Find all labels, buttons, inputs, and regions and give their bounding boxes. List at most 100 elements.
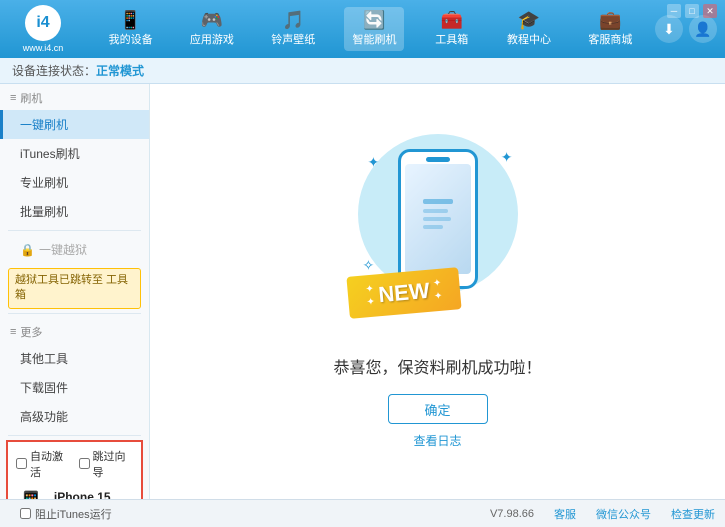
sidebar-item-pro-flash[interactable]: 专业刷机 bbox=[0, 168, 149, 197]
warning-text: 越狱工具已跳转至 工具箱 bbox=[15, 274, 128, 301]
flash-section-label: 刷机 bbox=[20, 90, 42, 106]
new-banner-stars-right: ✦ ✦ bbox=[432, 278, 442, 303]
window-controls: ─ □ ✕ bbox=[667, 4, 717, 18]
customer-service-link[interactable]: 客服 bbox=[554, 506, 576, 522]
guided-setup-checkbox[interactable]: 跳过向导 bbox=[79, 448, 134, 480]
new-banner: ✦ ✦ NEW ✦ ✦ bbox=[346, 267, 461, 319]
logo-icon: i4 bbox=[25, 5, 61, 41]
restore-button[interactable]: □ bbox=[685, 4, 699, 18]
ringtones-icon: 🎵 bbox=[282, 11, 304, 29]
bottom-bar: 阻止iTunes运行 V7.98.66 客服 微信公众号 检查更新 bbox=[0, 499, 725, 527]
sparkle-icon-tr: ✦ bbox=[501, 149, 513, 166]
nav-apps-games-label: 应用游戏 bbox=[190, 31, 234, 47]
sidebar-divider-2 bbox=[8, 313, 141, 314]
tutorial-icon: 🎓 bbox=[518, 11, 540, 29]
device-checkboxes: 自动激活 跳过向导 bbox=[16, 448, 133, 480]
sparkle-icon-bl: ✧ bbox=[363, 257, 375, 274]
main-content: ✦ ✦ ✧ bbox=[150, 84, 725, 499]
nav-apps-games[interactable]: 🎮 应用游戏 bbox=[182, 7, 242, 51]
more-section-label: 更多 bbox=[20, 324, 42, 340]
sidebar-item-batch-flash[interactable]: 批量刷机 bbox=[0, 197, 149, 226]
minimize-button[interactable]: ─ bbox=[667, 4, 681, 18]
itunes-label: 阻止iTunes运行 bbox=[35, 506, 112, 522]
toolbox-icon: 🧰 bbox=[441, 11, 463, 29]
star-bottom-right: ✦ bbox=[433, 291, 442, 303]
apps-games-icon: 🎮 bbox=[201, 11, 223, 29]
new-banner-stars: ✦ ✦ bbox=[365, 284, 375, 309]
version-label: V7.98.66 bbox=[490, 508, 534, 520]
sidebar-item-other-tools[interactable]: 其他工具 bbox=[0, 344, 149, 373]
sidebar-item-download-firmware[interactable]: 下载固件 bbox=[0, 373, 149, 402]
guided-setup-input[interactable] bbox=[79, 458, 90, 469]
nav-bar: 📱 我的设备 🎮 应用游戏 🎵 铃声壁纸 🔄 智能刷机 🧰 工具箱 🎓 bbox=[90, 7, 651, 51]
itunes-checkbox[interactable]: 阻止iTunes运行 bbox=[10, 506, 122, 522]
user-button[interactable]: 👤 bbox=[689, 15, 717, 43]
nav-tutorial-label: 教程中心 bbox=[507, 31, 551, 47]
star-top-right: ✦ bbox=[432, 278, 441, 290]
check-update-link[interactable]: 检查更新 bbox=[671, 506, 715, 522]
sidebar-item-advanced[interactable]: 高级功能 bbox=[0, 402, 149, 431]
star-bottom: ✦ bbox=[366, 297, 375, 309]
sidebar-divider-1 bbox=[8, 230, 141, 231]
status-prefix: 设备连接状态： bbox=[12, 62, 96, 79]
nav-service-label: 客服商城 bbox=[588, 31, 632, 47]
smart-flash-icon: 🔄 bbox=[363, 11, 385, 29]
device-phone-icon: 📱 bbox=[16, 490, 46, 499]
one-key-flash-label: 一键刷机 bbox=[20, 118, 68, 132]
status-mode: 正常模式 bbox=[96, 62, 144, 79]
sidebar-warning-box: 越狱工具已跳转至 工具箱 bbox=[8, 268, 141, 309]
flash-section-icon: ≡ bbox=[10, 92, 16, 104]
sidebar-section-jailbreak: 🔒 一键越狱 bbox=[0, 235, 149, 264]
nav-smart-flash-label: 智能刷机 bbox=[352, 31, 396, 47]
nav-toolbox-label: 工具箱 bbox=[435, 31, 468, 47]
phone-illustration: ✦ ✦ ✧ bbox=[358, 134, 518, 334]
sidebar-section-flash: ≡ 刷机 bbox=[0, 84, 149, 110]
close-button[interactable]: ✕ bbox=[703, 4, 717, 18]
wechat-link[interactable]: 微信公众号 bbox=[596, 506, 651, 522]
pro-flash-label: 专业刷机 bbox=[20, 176, 68, 190]
more-section-icon: ≡ bbox=[10, 326, 16, 338]
top-navigation: ─ □ ✕ i4 www.i4.cn 📱 我的设备 🎮 应用游戏 🎵 铃声壁纸 bbox=[0, 0, 725, 58]
phone-screen bbox=[405, 164, 471, 274]
nav-ringtones[interactable]: 🎵 铃声壁纸 bbox=[263, 7, 323, 51]
other-tools-label: 其他工具 bbox=[20, 352, 68, 366]
sidebar-divider-3 bbox=[8, 435, 141, 436]
download-button[interactable]: ⬇ bbox=[655, 15, 683, 43]
confirm-button[interactable]: 确定 bbox=[388, 394, 488, 424]
sidebar-item-itunes-flash[interactable]: iTunes刷机 bbox=[0, 139, 149, 168]
nav-smart-flash[interactable]: 🔄 智能刷机 bbox=[344, 7, 404, 51]
logo-url: www.i4.cn bbox=[23, 43, 64, 53]
itunes-checkbox-input[interactable] bbox=[20, 508, 31, 519]
new-badge-text: NEW bbox=[377, 278, 430, 308]
view-log-link[interactable]: 查看日志 bbox=[413, 432, 461, 449]
advanced-label: 高级功能 bbox=[20, 410, 68, 424]
nav-tutorial[interactable]: 🎓 教程中心 bbox=[499, 7, 559, 51]
device-details: iPhone 15 Pro Max 512GB iPhone bbox=[54, 490, 133, 499]
top-right-controls: ⬇ 👤 bbox=[655, 15, 717, 43]
phone-notch bbox=[426, 157, 450, 162]
device-panel: 自动激活 跳过向导 📱 iPhone 15 Pro Max 512GB iPho… bbox=[6, 440, 143, 499]
device-name: iPhone 15 Pro Max bbox=[54, 490, 133, 499]
nav-my-device-label: 我的设备 bbox=[109, 31, 153, 47]
service-icon: 💼 bbox=[599, 11, 621, 29]
jailbreak-label: 一键越狱 bbox=[39, 241, 87, 258]
sparkle-icon-tl: ✦ bbox=[368, 154, 380, 171]
nav-toolbox[interactable]: 🧰 工具箱 bbox=[426, 7, 478, 51]
auto-activate-checkbox[interactable]: 自动激活 bbox=[16, 448, 71, 480]
success-message: 恭喜您，保资料刷机成功啦！ bbox=[333, 354, 541, 378]
auto-activate-input[interactable] bbox=[16, 458, 27, 469]
guided-setup-label: 跳过向导 bbox=[93, 448, 134, 480]
nav-my-device[interactable]: 📱 我的设备 bbox=[101, 7, 161, 51]
device-info: 📱 iPhone 15 Pro Max 512GB iPhone bbox=[16, 486, 133, 499]
main-layout: ≡ 刷机 一键刷机 iTunes刷机 专业刷机 批量刷机 🔒 一键越狱 bbox=[0, 84, 725, 499]
batch-flash-label: 批量刷机 bbox=[20, 205, 68, 219]
status-bar: 设备连接状态： 正常模式 bbox=[0, 58, 725, 84]
nav-service[interactable]: 💼 客服商城 bbox=[580, 7, 640, 51]
itunes-flash-label: iTunes刷机 bbox=[20, 147, 80, 161]
lock-icon: 🔒 bbox=[20, 243, 35, 257]
phone-screen-graphic bbox=[418, 189, 458, 249]
my-device-icon: 📱 bbox=[119, 11, 141, 29]
sidebar-item-one-key-flash[interactable]: 一键刷机 bbox=[0, 110, 149, 139]
download-firmware-label: 下载固件 bbox=[20, 381, 68, 395]
sidebar: ≡ 刷机 一键刷机 iTunes刷机 专业刷机 批量刷机 🔒 一键越狱 bbox=[0, 84, 150, 499]
